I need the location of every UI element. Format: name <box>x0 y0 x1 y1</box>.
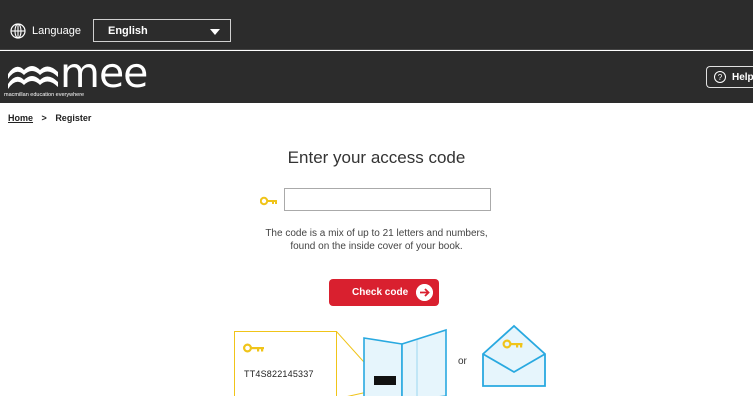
or-text: or <box>458 356 467 367</box>
key-icon <box>243 343 264 353</box>
sample-code-text: TT4S822145337 <box>244 369 314 379</box>
breadcrumb-current: Register <box>55 113 92 123</box>
logo-wordmark: mee <box>60 49 148 97</box>
check-code-label: Check code <box>352 287 409 298</box>
breadcrumb-separator: > <box>41 113 47 123</box>
language-bar: Language English <box>0 0 753 50</box>
check-code-button[interactable]: Check code <box>329 279 439 306</box>
breadcrumb-home-link[interactable]: Home <box>8 113 33 123</box>
access-code-input[interactable] <box>284 188 491 211</box>
hint-line-2: found on the inside cover of your book. <box>290 241 463 252</box>
help-label: Help <box>732 72 753 83</box>
key-icon <box>260 196 277 206</box>
open-book-icon <box>363 328 447 396</box>
hint-line-1: The code is a mix of up to 21 letters an… <box>265 228 488 239</box>
brand-header: mee macmillan education everywhere ? Hel… <box>0 51 753 103</box>
language-select[interactable]: English <box>93 19 231 42</box>
language-label: Language <box>32 25 81 37</box>
help-button[interactable]: ? Help <box>706 66 753 88</box>
access-code-hint: The code is a mix of up to 21 letters an… <box>0 227 753 253</box>
language-selected-value: English <box>108 25 148 37</box>
page-title: Enter your access code <box>287 148 466 167</box>
caret-down-icon <box>210 29 220 35</box>
globe-icon <box>10 23 26 39</box>
macmillan-logo-icon <box>8 66 58 89</box>
arrow-right-circle-icon <box>416 284 433 301</box>
sample-code-card: TT4S822145337 <box>234 331 337 396</box>
breadcrumb: Home > Register <box>8 113 91 123</box>
question-circle-icon: ? <box>714 71 726 83</box>
envelope-icon <box>482 324 546 387</box>
logo-tagline: macmillan education everywhere <box>4 92 85 98</box>
